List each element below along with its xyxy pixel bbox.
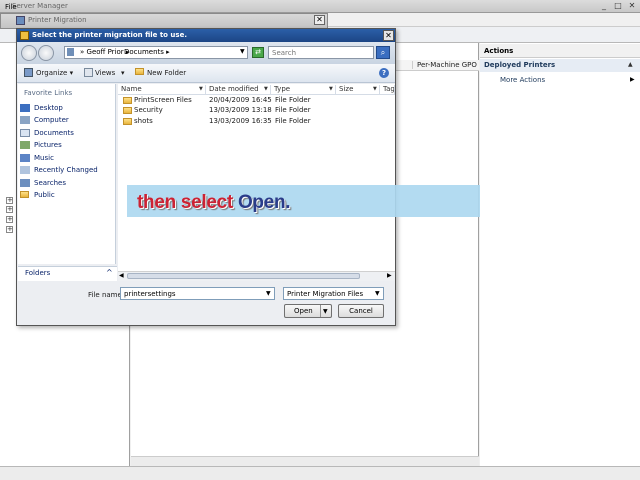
chevron-up-icon[interactable]: ^ [106, 268, 113, 277]
search-icon[interactable]: ⌕ [376, 46, 390, 59]
open-button-label: Open [294, 307, 313, 315]
views-button[interactable]: Views [95, 69, 115, 77]
close-icon[interactable]: ✕ [314, 15, 325, 25]
organize-button[interactable]: Organize ▾ [36, 69, 73, 77]
documents-icon [20, 129, 30, 137]
file-menu[interactable]: File [5, 3, 17, 11]
tree-expand-icon[interactable]: + [6, 216, 13, 223]
new-folder-icon [135, 68, 144, 75]
file-date: 20/04/2009 16:45 [209, 96, 272, 104]
chevron-down-icon[interactable]: ▼ [373, 86, 377, 92]
organize-icon [24, 68, 33, 77]
favorite-desktop[interactable]: Desktop [34, 104, 63, 112]
refresh-button[interactable]: ⇄ [252, 47, 264, 58]
folder-icon [123, 107, 132, 114]
music-icon [20, 154, 30, 162]
printer-migration-title: Printer Migration [28, 16, 87, 24]
chevron-down-icon[interactable]: ▼ [323, 308, 328, 315]
chevron-right-icon: ▶ [630, 76, 635, 83]
favorite-links-header: Favorite Links [24, 89, 73, 97]
column-tags[interactable]: Tags [380, 85, 395, 95]
file-name-label: File name: [88, 291, 125, 299]
help-icon[interactable]: ? [379, 68, 389, 78]
status-bar [0, 466, 640, 480]
computer-icon [20, 116, 30, 124]
cancel-button[interactable]: Cancel [338, 304, 384, 318]
back-button[interactable] [21, 45, 37, 61]
more-actions-link[interactable]: More Actions [500, 76, 545, 84]
caption-highlight: Open. [237, 192, 291, 213]
server-manager-title: Server Manager [12, 2, 68, 10]
breadcrumb-documents[interactable]: Documents ▸ [124, 48, 170, 56]
scroll-left-icon[interactable]: ◀ [119, 272, 124, 279]
favorite-pictures[interactable]: Pictures [34, 141, 62, 149]
chevron-down-icon[interactable]: ▼ [375, 290, 380, 297]
close-icon[interactable]: ✕ [383, 30, 394, 41]
column-date-modified[interactable]: Date modified [206, 85, 271, 95]
new-folder-button[interactable]: New Folder [147, 69, 186, 77]
pictures-icon [20, 141, 30, 149]
printer-icon [16, 16, 25, 25]
minimize-icon[interactable]: _ [598, 1, 610, 11]
actions-group-deployed-printers[interactable]: Deployed Printers [480, 59, 640, 72]
file-type: File Folder [275, 96, 311, 104]
desktop-icon [20, 104, 30, 112]
chevron-down-icon[interactable]: ▼ [266, 290, 271, 297]
favorite-public[interactable]: Public [34, 191, 55, 199]
column-per-machine-gpo[interactable]: Per-Machine GPO [412, 61, 478, 69]
folder-icon [67, 48, 74, 56]
file-type: File Folder [275, 117, 311, 125]
split-divider [320, 305, 321, 317]
folder-icon [20, 31, 29, 40]
maximize-icon[interactable]: □ [612, 1, 624, 11]
file-name: Security [134, 106, 163, 114]
scrollbar-thumb[interactable] [127, 273, 360, 279]
server-manager-titlebar [0, 0, 640, 13]
file-type: File Folder [275, 106, 311, 114]
column-type[interactable]: Type [271, 85, 336, 95]
forward-button[interactable] [38, 45, 54, 61]
favorite-music[interactable]: Music [34, 154, 54, 162]
file-name: shots [134, 117, 153, 125]
search-input[interactable] [268, 46, 374, 59]
folders-label: Folders [25, 269, 51, 277]
chevron-down-icon[interactable]: ▼ [240, 48, 245, 55]
file-date: 13/03/2009 16:35 [209, 117, 272, 125]
file-date: 13/03/2009 13:18 [209, 106, 272, 114]
column-name[interactable]: Name [118, 85, 206, 95]
public-icon [20, 191, 29, 198]
chevron-down-icon[interactable]: ▼ [264, 86, 268, 92]
tutorial-caption-text: then select Open. [137, 192, 291, 214]
file-name: PrintScreen Files [134, 96, 192, 104]
file-type-select[interactable]: Printer Migration Files [283, 287, 384, 300]
tree-expand-icon[interactable]: + [6, 197, 13, 204]
close-icon[interactable]: ✕ [626, 1, 638, 11]
dialog-title: Select the printer migration file to use… [32, 31, 187, 39]
favorite-computer[interactable]: Computer [34, 116, 69, 124]
scroll-right-icon[interactable]: ▶ [387, 272, 392, 279]
favorite-searches[interactable]: Searches [34, 179, 66, 187]
chevron-down-icon[interactable]: ▼ [199, 86, 203, 92]
recently-changed-icon [20, 166, 30, 174]
favorite-documents[interactable]: Documents [34, 129, 74, 137]
chevron-down-icon[interactable]: ▼ [329, 86, 333, 92]
actions-header: Actions [480, 44, 640, 58]
folder-icon [123, 97, 132, 104]
caption-instruction: then select [137, 192, 238, 213]
navigation-pane [18, 84, 116, 264]
command-bar [17, 64, 395, 83]
actions-pane [480, 43, 640, 466]
collapse-up-icon[interactable]: ▲ [628, 61, 633, 68]
main-horizontal-scrollbar[interactable] [131, 456, 479, 466]
file-name-input[interactable] [120, 287, 275, 300]
views-icon [84, 68, 93, 77]
searches-icon [20, 179, 30, 187]
views-dropdown[interactable]: ▾ [121, 69, 125, 77]
tree-expand-icon[interactable]: + [6, 206, 13, 213]
folder-icon [123, 118, 132, 125]
breadcrumb-geoff-prior[interactable]: » Geoff Prior ▸ [80, 48, 129, 56]
favorite-recently-changed[interactable]: Recently Changed [34, 166, 98, 174]
tree-expand-icon[interactable]: + [6, 226, 13, 233]
